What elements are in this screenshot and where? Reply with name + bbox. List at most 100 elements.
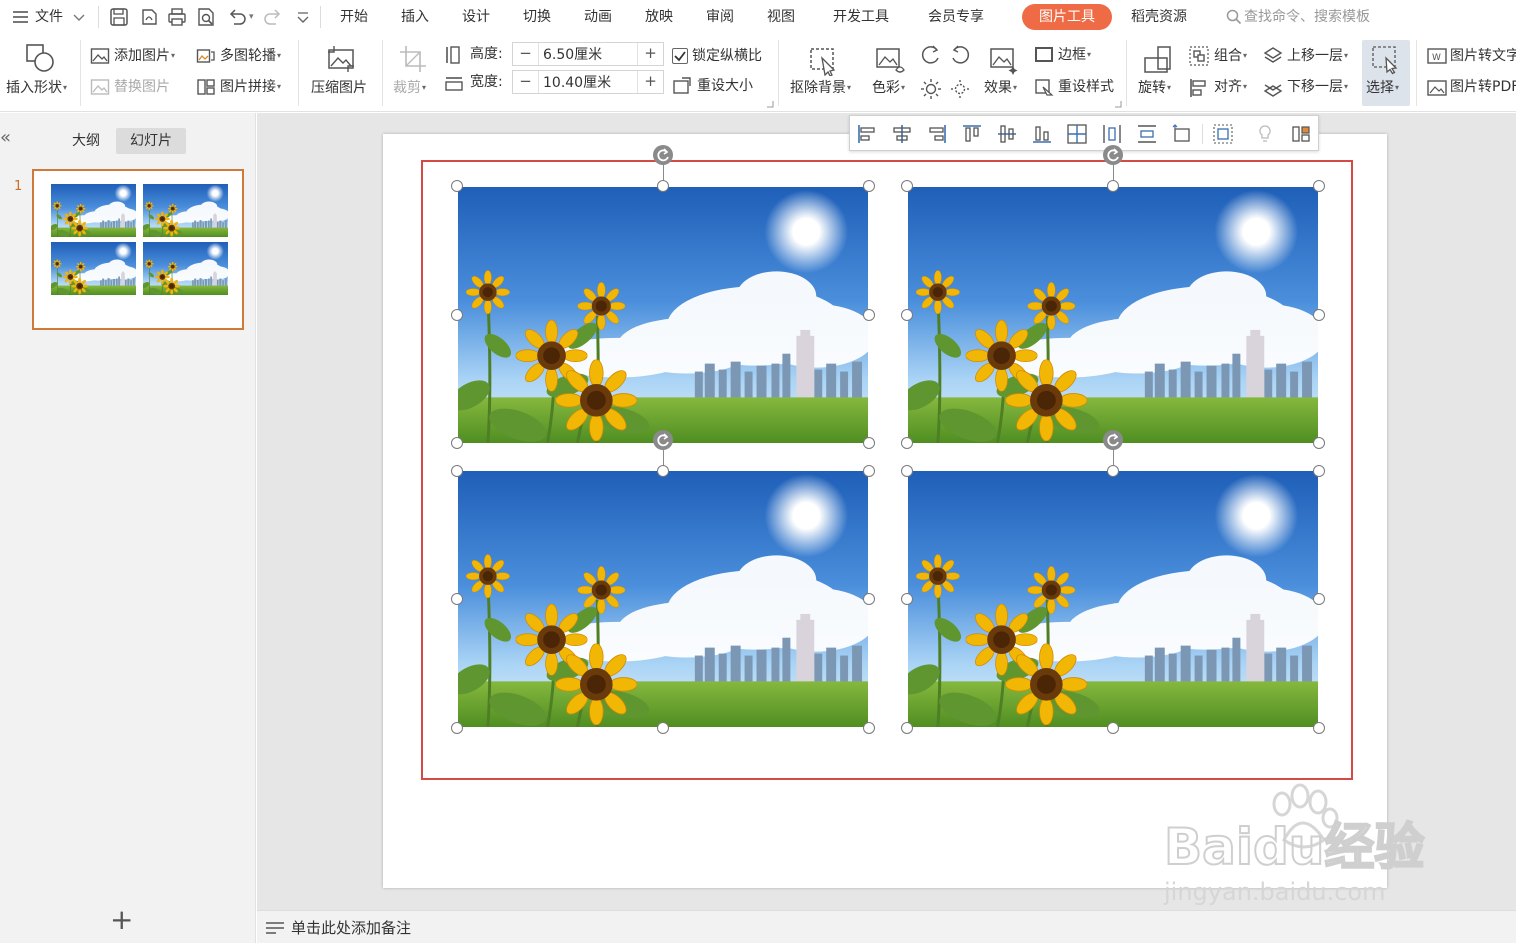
tab-slideshow[interactable]: 放映 [645, 0, 673, 34]
slide-thumbnail[interactable] [32, 169, 244, 330]
resize-handle[interactable] [451, 465, 463, 477]
layout-options-icon[interactable] [1290, 123, 1312, 145]
resize-handle[interactable] [451, 722, 463, 734]
resize-handle[interactable] [901, 309, 913, 321]
resize-handle[interactable] [1313, 722, 1325, 734]
collapse-panel-icon[interactable]: « [0, 127, 11, 148]
tab-insert[interactable]: 插入 [401, 0, 429, 34]
resize-handle[interactable] [1313, 180, 1325, 192]
same-size-icon[interactable] [1171, 123, 1193, 145]
align-slide-center-icon[interactable] [1066, 123, 1088, 145]
tab-animation[interactable]: 动画 [584, 0, 612, 34]
lock-aspect-ratio-checkbox[interactable] [672, 48, 688, 64]
sunflower-picture-bottom-left[interactable] [457, 470, 869, 728]
resize-handle[interactable] [863, 180, 875, 192]
distribute-horizontally-icon[interactable] [1101, 123, 1123, 145]
tab-home[interactable]: 开始 [340, 0, 368, 34]
tab-slides[interactable]: 幻灯片 [116, 128, 186, 154]
resize-handle[interactable] [901, 465, 913, 477]
undo-dropdown-caret[interactable]: ▾ [249, 0, 254, 34]
resize-handle[interactable] [863, 465, 875, 477]
align-left-icon[interactable] [856, 123, 878, 145]
dialog-launcher-icon[interactable] [766, 100, 774, 108]
lightbulb-icon[interactable] [1254, 123, 1276, 145]
height-stepper[interactable]: − + [512, 42, 664, 66]
align-bottom-icon[interactable] [1031, 123, 1053, 145]
align-right-icon[interactable] [926, 123, 948, 145]
resize-handle[interactable] [451, 180, 463, 192]
tab-developer[interactable]: 开发工具 [833, 0, 889, 34]
align-top-icon[interactable] [961, 123, 983, 145]
resize-handle[interactable] [863, 722, 875, 734]
group-objects-icon[interactable] [1212, 123, 1234, 145]
notes-bar[interactable]: 单击此处添加备注 [257, 910, 1516, 943]
save-icon[interactable] [108, 6, 130, 28]
hamburger-menu-icon[interactable] [10, 6, 32, 28]
resize-handle[interactable] [901, 437, 913, 449]
sunflower-picture-top-right[interactable] [907, 186, 1319, 444]
width-increase-button[interactable]: + [637, 71, 663, 93]
resize-handle[interactable] [1313, 465, 1325, 477]
height-decrease-button[interactable]: − [513, 43, 539, 65]
resize-handle[interactable] [901, 180, 913, 192]
rotate-handle-icon[interactable] [1102, 144, 1124, 166]
resize-handle[interactable] [1107, 722, 1119, 734]
redo-icon[interactable] [262, 6, 284, 28]
resize-handle[interactable] [1313, 437, 1325, 449]
height-increase-button[interactable]: + [637, 43, 663, 65]
add-slide-button[interactable]: + [110, 906, 133, 934]
tab-design[interactable]: 设计 [462, 0, 490, 34]
rotate-handle-icon[interactable] [1102, 429, 1124, 451]
lock-aspect-ratio-label[interactable]: 锁定纵横比 [692, 46, 762, 66]
resize-handle[interactable] [451, 593, 463, 605]
print-preview-icon[interactable] [195, 6, 217, 28]
resize-handle[interactable] [451, 437, 463, 449]
resize-handle[interactable] [657, 180, 669, 192]
tab-outline[interactable]: 大纲 [62, 128, 110, 154]
increase-contrast-icon[interactable] [920, 44, 942, 66]
tab-member[interactable]: 会员专享 [928, 0, 984, 34]
increase-brightness-icon[interactable] [920, 78, 942, 100]
sunflower-picture-bottom-right[interactable] [907, 470, 1319, 728]
resize-handle[interactable] [657, 722, 669, 734]
customize-toolbar-icon[interactable] [294, 6, 312, 28]
tab-view[interactable]: 视图 [767, 0, 795, 34]
resize-handle[interactable] [657, 465, 669, 477]
decrease-contrast-icon[interactable] [949, 44, 971, 66]
resize-handle[interactable] [451, 309, 463, 321]
tab-picture-tools[interactable]: 图片工具 [1022, 4, 1112, 30]
width-input[interactable] [543, 72, 635, 92]
resize-handle[interactable] [1107, 465, 1119, 477]
resize-handle[interactable] [863, 309, 875, 321]
select-label: 选择 [1366, 80, 1394, 96]
chevron-down-icon[interactable] [72, 6, 86, 28]
resize-handle[interactable] [1107, 180, 1119, 192]
width-stepper[interactable]: − + [512, 70, 664, 94]
crop-icon [400, 46, 426, 72]
tab-transition[interactable]: 切换 [523, 0, 551, 34]
decrease-brightness-icon[interactable] [949, 78, 971, 100]
sunflower-picture-top-left[interactable] [457, 186, 869, 444]
align-middle-icon[interactable] [996, 123, 1018, 145]
resize-handle[interactable] [901, 722, 913, 734]
resize-handle[interactable] [863, 437, 875, 449]
resize-handle[interactable] [901, 593, 913, 605]
output-pdf-icon[interactable] [138, 6, 160, 28]
undo-icon[interactable] [226, 6, 248, 28]
reset-size-icon [673, 77, 691, 94]
height-input[interactable] [543, 44, 635, 64]
dialog-launcher-icon[interactable] [1114, 100, 1122, 108]
resize-handle[interactable] [1313, 309, 1325, 321]
command-search-input[interactable]: 查找命令、搜索模板 [1222, 0, 1370, 34]
distribute-vertically-icon[interactable] [1136, 123, 1158, 145]
rotate-handle-icon[interactable] [652, 429, 674, 451]
width-decrease-button[interactable]: − [513, 71, 539, 93]
tab-review[interactable]: 审阅 [706, 0, 734, 34]
print-icon[interactable] [166, 6, 188, 28]
file-menu[interactable]: 文件 [35, 0, 63, 34]
resize-handle[interactable] [863, 593, 875, 605]
rotate-handle-icon[interactable] [652, 144, 674, 166]
resize-handle[interactable] [1313, 593, 1325, 605]
align-center-icon[interactable] [891, 123, 913, 145]
tab-docer-resources[interactable]: 稻壳资源 [1131, 0, 1187, 34]
